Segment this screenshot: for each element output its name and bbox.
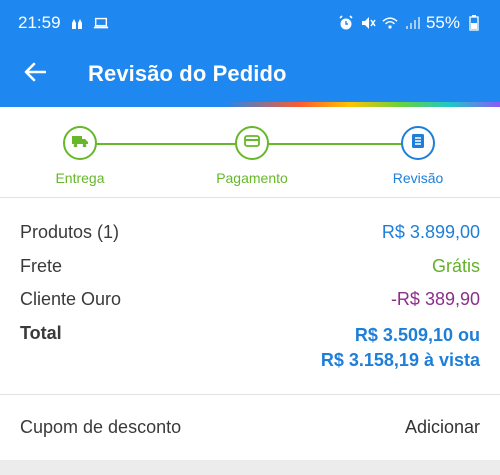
frete-value: Grátis (431, 256, 480, 276)
signal-icon (404, 15, 420, 31)
wifi-icon (382, 15, 398, 31)
step-revisao[interactable]: Revisão (358, 126, 478, 186)
summary-row-produtos: Produtos (1) R$ 3.899,00 (20, 222, 480, 243)
total-label: Total (20, 323, 62, 343)
card-icon (244, 134, 260, 152)
add-coupon-button[interactable]: Adicionar (405, 417, 480, 438)
app-bar: Revisão do Pedido (0, 46, 500, 102)
back-button[interactable] (0, 46, 70, 102)
status-time: 21:59 (18, 13, 61, 32)
step-circle (401, 126, 435, 160)
step-label: Pagamento (216, 170, 288, 186)
battery-percent: 55% (425, 13, 460, 32)
frete-label: Frete (20, 256, 63, 276)
summary-row-frete: Frete Grátis (20, 256, 480, 277)
step-circle (235, 126, 269, 160)
laptop-icon (93, 15, 109, 31)
produtos-label: Produtos (1) (20, 222, 120, 242)
step-entrega[interactable]: Entrega (20, 126, 140, 186)
arrow-left-icon (24, 62, 47, 87)
battery-icon (466, 15, 482, 31)
order-summary: Produtos (1) R$ 3.899,00 Frete Grátis Cl… (0, 198, 500, 394)
summary-row-total: Total R$ 3.509,10 ou R$ 3.158,19 à vista (20, 323, 480, 373)
produtos-value: R$ 3.899,00 (381, 222, 480, 242)
mute-icon (360, 15, 376, 31)
cliente-ouro-value: -R$ 389,90 (390, 289, 480, 309)
checkout-stepper: Entrega Pagamento Revisão (0, 107, 500, 197)
total-cash: R$ 3.158,19 à vista (320, 350, 480, 370)
hands-icon (69, 15, 85, 31)
page-title: Revisão do Pedido (88, 61, 287, 86)
step-label: Entrega (55, 170, 105, 186)
step-circle (63, 126, 97, 160)
summary-row-cliente-ouro: Cliente Ouro -R$ 389,90 (20, 289, 480, 310)
total-value: R$ 3.509,10 ou R$ 3.158,19 à vista (321, 323, 480, 373)
list-icon (411, 133, 425, 154)
status-bar: 21:59 55% (0, 0, 500, 46)
cliente-ouro-label: Cliente Ouro (20, 289, 122, 309)
coupon-label: Cupom de desconto (20, 416, 182, 437)
step-label: Revisão (392, 170, 444, 186)
section-separator (0, 460, 500, 475)
coupon-row[interactable]: Cupom de desconto Adicionar (0, 395, 500, 459)
total-installment: R$ 3.509,10 ou (354, 325, 480, 345)
truck-icon (71, 134, 89, 153)
alarm-icon (338, 15, 354, 31)
step-pagamento[interactable]: Pagamento (192, 126, 312, 186)
